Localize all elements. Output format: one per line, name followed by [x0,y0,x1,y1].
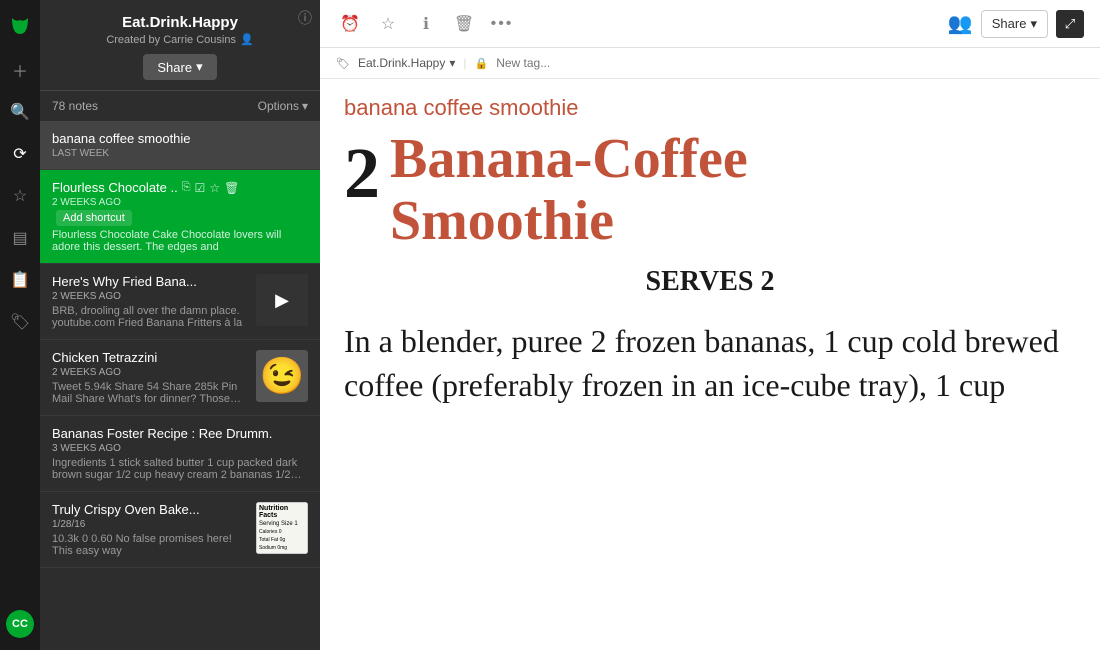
list-item[interactable]: Bananas Foster Recipe : Ree Drumm. 3 WEE… [40,416,320,492]
icon-rail: ＋ 🔍 ⟳ ☆ ▤ 📋 🏷 CC [0,0,40,650]
note-thumbnail: 😉 [256,350,308,402]
share-button[interactable]: Share ▾ [981,10,1048,38]
emoji-thumbnail: 😉 [260,355,305,397]
toolbar: ⏰ ☆ ℹ 🗑 ••• 👥 Share ▾ ⤢ [320,0,1100,48]
recipe-name: Banana-CoffeeSmoothie [390,129,748,252]
note-title: Chicken Tetrazzini [52,350,248,365]
recipe-serves: SERVES 2 [344,264,1076,300]
note-title: Truly Crispy Oven Bake... [52,502,248,517]
toolbar-right: 👥 Share ▾ ⤢ [948,10,1084,38]
note-content: Bananas Foster Recipe : Ree Drumm. 3 WEE… [52,426,308,481]
star-icon[interactable]: ☆ [374,10,402,38]
sync-icon[interactable]: ⟳ [8,142,32,166]
note-excerpt: Ingredients 1 stick salted butter 1 cup … [52,457,308,481]
note-date: 2 WEEKS AGO [52,197,308,208]
app-logo[interactable] [6,12,34,40]
note-date: 1/28/16 [52,519,248,530]
options-chevron-icon: ▾ [302,99,308,113]
tag-input[interactable] [496,56,651,70]
play-icon: ▶ [275,290,289,311]
fullscreen-icon: ⤢ [1065,16,1075,32]
note-date: LAST WEEK [52,148,308,159]
sidebar-header: Eat.Drink.Happy Created by Carrie Cousin… [40,0,320,91]
sidebar-info-icon[interactable]: ⓘ [298,8,312,28]
sidebar-share-button[interactable]: Share ▾ [143,54,216,80]
new-note-icon[interactable]: ＋ [8,58,32,82]
note-excerpt: Tweet 5.94k Share 54 Share 285k Pin Mail… [52,381,248,405]
list-item[interactable]: Truly Crispy Oven Bake... 1/28/16 10.3k … [40,492,320,568]
note-content: Truly Crispy Oven Bake... 1/28/16 10.3k … [52,502,248,557]
note-title: banana coffee smoothie [52,131,308,146]
options-button[interactable]: Options ▾ [258,99,308,113]
nutrition-thumbnail: Nutrition Facts Serving Size 1 Calories … [256,502,308,554]
notebooks-icon[interactable]: 📋 [8,268,32,292]
note-excerpt: 10.3k 0 0.60 No false promises here! Thi… [52,533,248,557]
main-content: ⏰ ☆ ℹ 🗑 ••• 👥 Share ▾ ⤢ 🏷 Eat.Drink.Happ… [320,0,1100,650]
recipe-number: 2 [344,137,380,209]
notebook-subtitle: Created by Carrie Cousins 👤 [56,33,304,46]
recipe-body: In a blender, puree 2 frozen bananas, 1 … [344,319,1076,409]
note-body[interactable]: 2 Banana-CoffeeSmoothie SERVES 2 In a bl… [320,129,1100,650]
list-item[interactable]: Flourless Chocolate .. ⎘ ☑ ☆ 🗑 2 WEEKS A… [40,170,320,264]
user-avatar[interactable]: CC [6,610,34,638]
note-content: Flourless Chocolate .. ⎘ ☑ ☆ 🗑 2 WEEKS A… [52,180,308,253]
sidebar: Eat.Drink.Happy Created by Carrie Cousin… [40,0,320,650]
note-title: Here's Why Fried Bana... [52,274,248,289]
notes-bar: 78 notes Options ▾ [40,91,320,121]
note-thumbnail: Nutrition Facts Serving Size 1 Calories … [256,502,308,554]
alarm-icon[interactable]: ⏰ [336,10,364,38]
note-main-title: banana coffee smoothie [344,95,1076,121]
notes-list: banana coffee smoothie LAST WEEK Flourle… [40,121,320,650]
recipe-content: 2 Banana-CoffeeSmoothie SERVES 2 In a bl… [344,129,1076,408]
note-header-bar: 🏷 Eat.Drink.Happy ▾ | 🔒 [320,48,1100,79]
note-link-icon: ⎘ [182,181,191,194]
note-star-icon: ☆ [209,181,220,195]
note-date: 2 WEEKS AGO [52,291,248,302]
shortcuts-icon[interactable]: ☆ [8,184,32,208]
note-tag-icon: 🏷 [336,57,350,70]
note-check-icon: ☑ [195,181,206,195]
note-title: Flourless Chocolate .. [52,180,178,195]
info-icon[interactable]: ℹ [412,10,440,38]
notes-icon[interactable]: ▤ [8,226,32,250]
separator: | [463,56,466,70]
add-shortcut-button[interactable]: Add shortcut [56,210,132,226]
user-icon: 👤 [240,33,254,46]
share-chevron-icon: ▾ [1030,16,1037,32]
more-icon[interactable]: ••• [488,10,516,38]
note-date: 2 WEEKS AGO [52,367,248,378]
lock-icon: 🔒 [475,57,489,70]
note-title: Bananas Foster Recipe : Ree Drumm. [52,426,308,441]
users-icon[interactable]: 👥 [948,11,973,36]
note-content: Here's Why Fried Bana... 2 WEEKS AGO BRB… [52,274,248,329]
notebook-title: Eat.Drink.Happy [56,14,304,31]
note-trash-icon: 🗑 [224,181,239,195]
list-item[interactable]: Here's Why Fried Bana... 2 WEEKS AGO BRB… [40,264,320,340]
trash-icon[interactable]: 🗑 [450,10,478,38]
note-excerpt: BRB, drooling all over the damn place. y… [52,305,248,329]
note-content: Chicken Tetrazzini 2 WEEKS AGO Tweet 5.9… [52,350,248,405]
toolbar-left: ⏰ ☆ ℹ 🗑 ••• [336,10,516,38]
note-excerpt: Flourless Chocolate Cake Chocolate lover… [52,229,308,253]
note-title-area: banana coffee smoothie [320,79,1100,129]
notes-count: 78 notes [52,99,98,113]
fullscreen-button[interactable]: ⤢ [1056,10,1084,38]
notebook-chevron-icon: ▾ [449,56,455,70]
tags-icon[interactable]: 🏷 [8,310,32,334]
search-icon[interactable]: 🔍 [8,100,32,124]
chevron-down-icon: ▾ [196,59,203,75]
notebook-tag[interactable]: Eat.Drink.Happy ▾ [358,56,455,70]
list-item[interactable]: Chicken Tetrazzini 2 WEEKS AGO Tweet 5.9… [40,340,320,416]
note-date: 3 WEEKS AGO [52,443,308,454]
note-thumbnail: ▶ [256,274,308,326]
note-content: banana coffee smoothie LAST WEEK [52,131,308,159]
list-item[interactable]: banana coffee smoothie LAST WEEK [40,121,320,170]
